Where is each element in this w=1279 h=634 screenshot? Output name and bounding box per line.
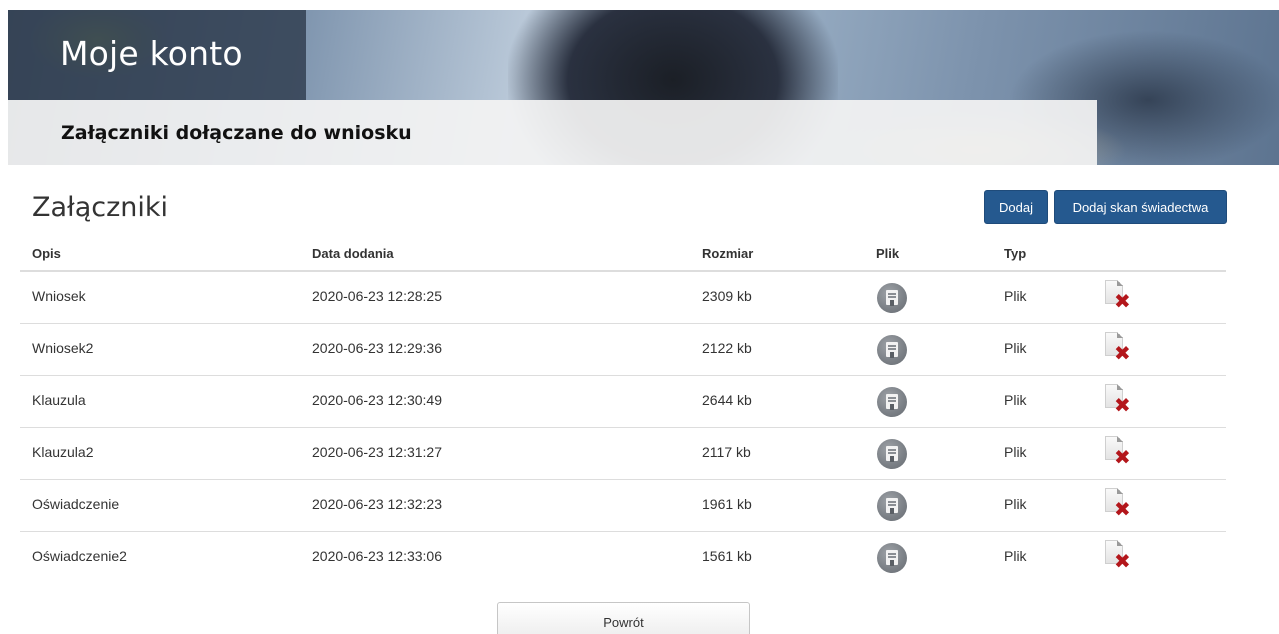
delete-file-icon[interactable]: ✖ (1105, 280, 1131, 314)
delete-file-icon[interactable]: ✖ (1105, 332, 1131, 366)
table-row: Klauzula2 2020-06-23 12:31:27 2117 kb Plik ✖ (20, 428, 1226, 480)
cell-data-dodania: 2020-06-23 12:31:27 (312, 444, 442, 460)
x-glyph: ✖ (1114, 341, 1131, 365)
x-glyph: ✖ (1114, 549, 1131, 573)
table-header: Opis Data dodania Rozmiar Plik Typ (20, 236, 1226, 272)
arrow-glyph (890, 352, 894, 358)
table-row: Klauzula 2020-06-23 12:30:49 2644 kb Plik ✖ (20, 376, 1226, 428)
column-header-data: Data dodania (312, 246, 394, 261)
download-file-icon[interactable] (877, 387, 907, 417)
table-row: Wniosek2 2020-06-23 12:29:36 2122 kb Plik ✖ (20, 324, 1226, 376)
section-title: Załączniki (32, 192, 169, 223)
column-header-plik: Plik (876, 246, 900, 261)
cell-rozmiar: 2644 kb (702, 392, 752, 408)
download-file-icon[interactable] (877, 335, 907, 365)
cell-opis: Wniosek2 (32, 340, 94, 356)
download-file-icon[interactable] (877, 491, 907, 521)
cell-typ: Plik (1004, 496, 1027, 512)
column-header-rozmiar: Rozmiar (702, 246, 754, 261)
cell-opis: Oświadczenie (32, 496, 120, 512)
cell-data-dodania: 2020-06-23 12:32:23 (312, 496, 442, 512)
download-file-icon[interactable] (877, 543, 907, 573)
cell-data-dodania: 2020-06-23 12:33:06 (312, 548, 442, 564)
cell-rozmiar: 2122 kb (702, 340, 752, 356)
cell-data-dodania: 2020-06-23 12:28:25 (312, 288, 442, 304)
delete-file-icon[interactable]: ✖ (1105, 488, 1131, 522)
add-scan-button[interactable]: Dodaj skan świadectwa (1054, 190, 1227, 224)
arrow-glyph (890, 508, 894, 514)
cell-rozmiar: 1961 kb (702, 496, 752, 512)
cell-rozmiar: 2117 kb (702, 444, 751, 460)
delete-file-icon[interactable]: ✖ (1105, 540, 1131, 574)
download-file-icon[interactable] (877, 439, 907, 469)
cell-opis: Wniosek (32, 288, 86, 304)
cell-rozmiar: 2309 kb (702, 288, 752, 304)
back-button[interactable]: Powrót (497, 602, 750, 634)
download-file-icon[interactable] (877, 283, 907, 313)
x-glyph: ✖ (1114, 393, 1131, 417)
table-row: Wniosek 2020-06-23 12:28:25 2309 kb Plik ✖ (20, 272, 1226, 324)
table-row: Oświadczenie 2020-06-23 12:32:23 1961 kb Pl… (20, 480, 1226, 532)
arrow-glyph (890, 456, 894, 462)
x-glyph: ✖ (1114, 289, 1131, 313)
delete-file-icon[interactable]: ✖ (1105, 384, 1131, 418)
cell-rozmiar: 1561 kb (702, 548, 752, 564)
cell-data-dodania: 2020-06-23 12:29:36 (312, 340, 442, 356)
cell-typ: Plik (1004, 548, 1027, 564)
cell-typ: Plik (1004, 288, 1027, 304)
page-subtitle: Załączniki dołączane do wniosku (61, 122, 412, 144)
x-glyph: ✖ (1114, 497, 1131, 521)
cell-data-dodania: 2020-06-23 12:30:49 (312, 392, 442, 408)
column-header-typ: Typ (1004, 246, 1027, 261)
cell-typ: Plik (1004, 392, 1027, 408)
subtitle-box: Załączniki dołączane do wniosku (8, 100, 1097, 165)
attachments-table: Opis Data dodania Rozmiar Plik Typ Wnios… (20, 236, 1226, 584)
cell-typ: Plik (1004, 340, 1027, 356)
title-box: Moje konto (8, 10, 306, 100)
table-row: Oświadczenie2 2020-06-23 12:33:06 1561 kb P… (20, 532, 1226, 584)
delete-file-icon[interactable]: ✖ (1105, 436, 1131, 470)
arrow-glyph (890, 560, 894, 566)
cell-opis: Klauzula2 (32, 444, 94, 460)
arrow-glyph (890, 404, 894, 410)
page-title: Moje konto (60, 34, 243, 73)
cell-opis: Klauzula (32, 392, 86, 408)
add-button[interactable]: Dodaj (984, 190, 1048, 224)
arrow-glyph (890, 300, 894, 306)
cell-opis: Oświadczenie2 (32, 548, 127, 564)
column-header-opis: Opis (32, 246, 61, 261)
x-glyph: ✖ (1114, 445, 1131, 469)
cell-typ: Plik (1004, 444, 1027, 460)
